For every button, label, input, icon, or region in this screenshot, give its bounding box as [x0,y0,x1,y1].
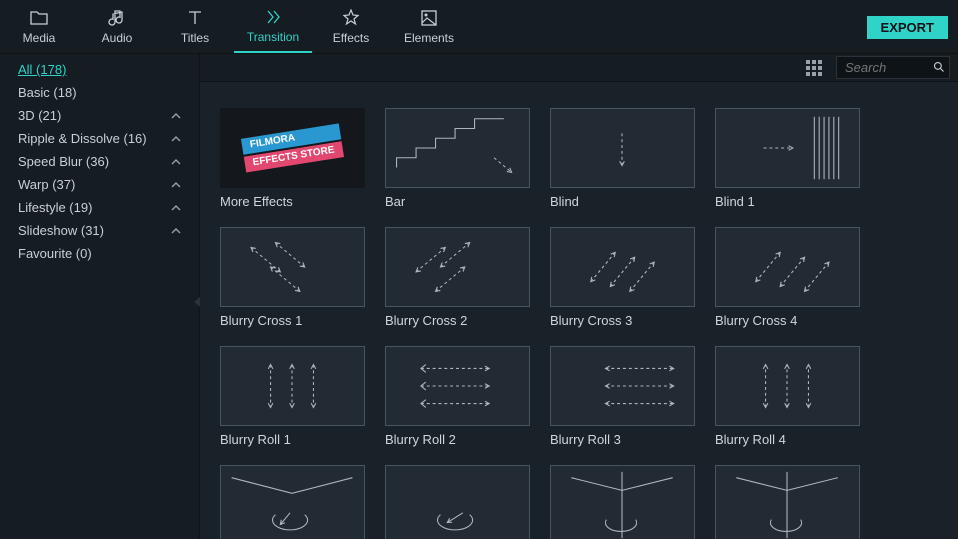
more-effects-thumb: FILMORAEFFECTS STORE [220,108,365,188]
transition-item[interactable]: Blurry Cross 4 [715,227,860,328]
transition-item[interactable]: Blind 1 [715,108,860,209]
transition-thumb [715,346,860,426]
chevron-up-icon [171,111,181,121]
category-item[interactable]: All (178) [0,58,199,81]
transition-thumb [220,227,365,307]
search-box [836,56,950,79]
category-label: Speed Blur (36) [18,153,109,170]
item-label: Blurry Roll 2 [385,432,530,447]
item-label: Blurry Roll 4 [715,432,860,447]
transition-thumb [385,465,530,539]
category-label: Lifestyle (19) [18,199,92,216]
content-header [200,54,958,82]
transition-thumb [220,465,365,539]
chevron-up-icon [171,226,181,236]
collapse-sidebar-handle[interactable] [194,297,200,307]
transition-thumb [550,465,695,539]
category-label: All (178) [18,61,66,78]
transition-thumb [385,108,530,188]
tab-label: Effects [333,31,369,45]
item-label: Blind [550,194,695,209]
tab-label: Titles [181,31,209,45]
transition-item[interactable]: Blurry Roll 1 [220,346,365,447]
item-label: Blurry Cross 2 [385,313,530,328]
transition-thumb [715,108,860,188]
category-label: Favourite (0) [18,245,92,262]
transition-thumb [550,346,695,426]
transition-item[interactable] [715,465,860,539]
transition-thumb [550,108,695,188]
transition-item[interactable] [385,465,530,539]
content-area: FILMORAEFFECTS STORE More Effects Bar Blind… [200,54,958,539]
item-label: Blurry Cross 1 [220,313,365,328]
chevron-up-icon [171,180,181,190]
chevron-up-icon [171,203,181,213]
transition-item[interactable]: Blind [550,108,695,209]
transition-item[interactable] [550,465,695,539]
transition-item[interactable]: Blurry Cross 2 [385,227,530,328]
item-label: Blurry Cross 4 [715,313,860,328]
export-button[interactable]: EXPORT [867,16,948,39]
transition-item[interactable]: Blurry Cross 1 [220,227,365,328]
transition-item[interactable]: Blurry Roll 2 [385,346,530,447]
item-label: Bar [385,194,530,209]
category-item[interactable]: Lifestyle (19) [0,196,199,219]
category-item[interactable]: Warp (37) [0,173,199,196]
category-item[interactable]: Speed Blur (36) [0,150,199,173]
category-item[interactable]: Favourite (0) [0,242,199,265]
category-item[interactable]: Basic (18) [0,81,199,104]
category-label: Warp (37) [18,176,75,193]
item-label: Blurry Roll 1 [220,432,365,447]
tab-label: Elements [404,31,454,45]
category-sidebar: All (178) Basic (18) 3D (21) Ripple & Disso… [0,54,200,539]
tab-titles[interactable]: Titles [156,0,234,53]
transition-grid: FILMORAEFFECTS STORE More Effects Bar Blind… [200,82,958,539]
tab-effects[interactable]: Effects [312,0,390,53]
transition-thumb [715,227,860,307]
item-label: Blind 1 [715,194,860,209]
category-item[interactable]: Ripple & Dissolve (16) [0,127,199,150]
item-label: Blurry Roll 3 [550,432,695,447]
audio-icon [107,9,127,27]
tab-label: Media [23,31,56,45]
category-label: Basic (18) [18,84,77,101]
category-label: Slideshow (31) [18,222,104,239]
transition-thumb [550,227,695,307]
tab-elements[interactable]: Elements [390,0,468,53]
item-label: More Effects [220,194,365,209]
top-toolbar: Media Audio Titles Transition Effects Element… [0,0,958,54]
transition-item[interactable]: Blurry Roll 4 [715,346,860,447]
transition-item[interactable]: Bar [385,108,530,209]
tab-transition[interactable]: Transition [234,0,312,53]
category-label: Ripple & Dissolve (16) [18,130,147,147]
transition-thumb [715,465,860,539]
tab-label: Transition [247,30,299,44]
category-item[interactable]: 3D (21) [0,104,199,127]
grid-view-icon[interactable] [806,60,822,76]
elements-icon [419,9,439,27]
transition-item[interactable] [220,465,365,539]
category-item[interactable]: Slideshow (31) [0,219,199,242]
transition-item[interactable]: Blurry Cross 3 [550,227,695,328]
transition-thumb [385,346,530,426]
tab-audio[interactable]: Audio [78,0,156,53]
category-label: 3D (21) [18,107,61,124]
tab-media[interactable]: Media [0,0,78,53]
search-icon[interactable] [933,61,945,73]
more-effects-item[interactable]: FILMORAEFFECTS STORE More Effects [220,108,365,209]
media-icon [29,9,49,27]
transition-item[interactable]: Blurry Roll 3 [550,346,695,447]
tab-label: Audio [102,31,133,45]
chevron-up-icon [171,134,181,144]
item-label: Blurry Cross 3 [550,313,695,328]
transition-thumb [385,227,530,307]
transition-thumb [220,346,365,426]
titles-icon [185,9,205,27]
effects-icon [341,9,361,27]
transition-icon [263,8,283,26]
chevron-up-icon [171,157,181,167]
